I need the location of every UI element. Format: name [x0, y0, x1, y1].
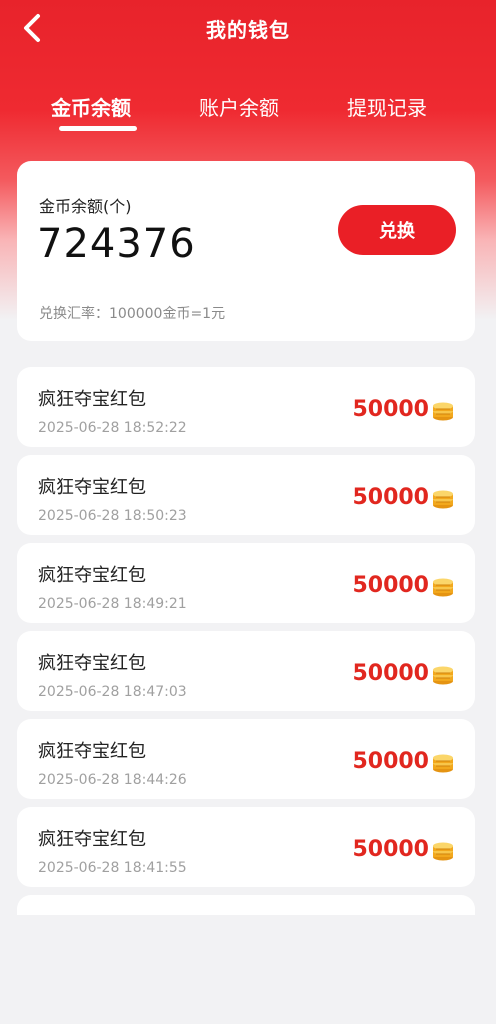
record-time: 2025-06-28 18:41:55 [38, 860, 187, 876]
coin-stack-icon [433, 490, 453, 509]
exchange-rate-text: 兑换汇率：100000金币=1元 [39, 306, 226, 322]
list-item[interactable]: 疯狂夺宝红包 2025-06-28 18:47:03 50000 [17, 631, 475, 711]
record-title: 疯狂夺宝红包 [38, 477, 146, 498]
tab-active-indicator [59, 126, 137, 131]
record-title: 疯狂夺宝红包 [38, 829, 146, 850]
record-time: 2025-06-28 18:49:21 [38, 596, 187, 612]
record-time: 2025-06-28 18:44:26 [38, 772, 187, 788]
app-header: 我的钱包 [0, 0, 496, 56]
coin-stack-icon [433, 578, 453, 597]
tab-coin-balance[interactable]: 金币余额 [51, 92, 131, 121]
record-amount: 50000 [352, 661, 429, 686]
record-title: 疯狂夺宝红包 [38, 653, 146, 674]
page-title: 我的钱包 [206, 17, 290, 42]
record-amount: 50000 [352, 837, 429, 862]
list-item[interactable]: 疯狂夺宝红包 2025-06-28 18:50:23 50000 [17, 455, 475, 535]
tab-account-balance[interactable]: 账户余额 [199, 92, 279, 121]
record-time: 2025-06-28 18:52:22 [38, 420, 187, 436]
coin-stack-icon [433, 842, 453, 861]
list-item[interactable]: 疯狂夺宝红包 2025-06-28 18:52:22 50000 [17, 367, 475, 447]
record-amount: 50000 [352, 485, 429, 510]
tab-withdraw-records[interactable]: 提现记录 [347, 92, 427, 121]
record-amount: 50000 [352, 749, 429, 774]
record-title: 疯狂夺宝红包 [38, 389, 146, 410]
coin-stack-icon [433, 402, 453, 421]
record-amount: 50000 [352, 573, 429, 598]
list-item[interactable] [17, 895, 475, 915]
coin-balance-value: 724376 [37, 221, 196, 267]
back-button[interactable] [14, 10, 50, 46]
record-time: 2025-06-28 18:50:23 [38, 508, 187, 524]
list-item[interactable]: 疯狂夺宝红包 2025-06-28 18:49:21 50000 [17, 543, 475, 623]
coin-balance-card: 金币余额(个) 724376 兑换 兑换汇率：100000金币=1元 [17, 161, 475, 341]
exchange-button[interactable]: 兑换 [338, 205, 456, 255]
list-item[interactable]: 疯狂夺宝红包 2025-06-28 18:41:55 50000 [17, 807, 475, 887]
coin-stack-icon [433, 754, 453, 773]
coin-stack-icon [433, 666, 453, 685]
coin-balance-label: 金币余额(个) [39, 197, 132, 216]
record-title: 疯狂夺宝红包 [38, 741, 146, 762]
list-item[interactable]: 疯狂夺宝红包 2025-06-28 18:44:26 50000 [17, 719, 475, 799]
chevron-left-icon [24, 14, 40, 42]
record-title: 疯狂夺宝红包 [38, 565, 146, 586]
record-time: 2025-06-28 18:47:03 [38, 684, 187, 700]
record-amount: 50000 [352, 397, 429, 422]
tab-bar: 金币余额 账户余额 提现记录 [0, 82, 496, 138]
